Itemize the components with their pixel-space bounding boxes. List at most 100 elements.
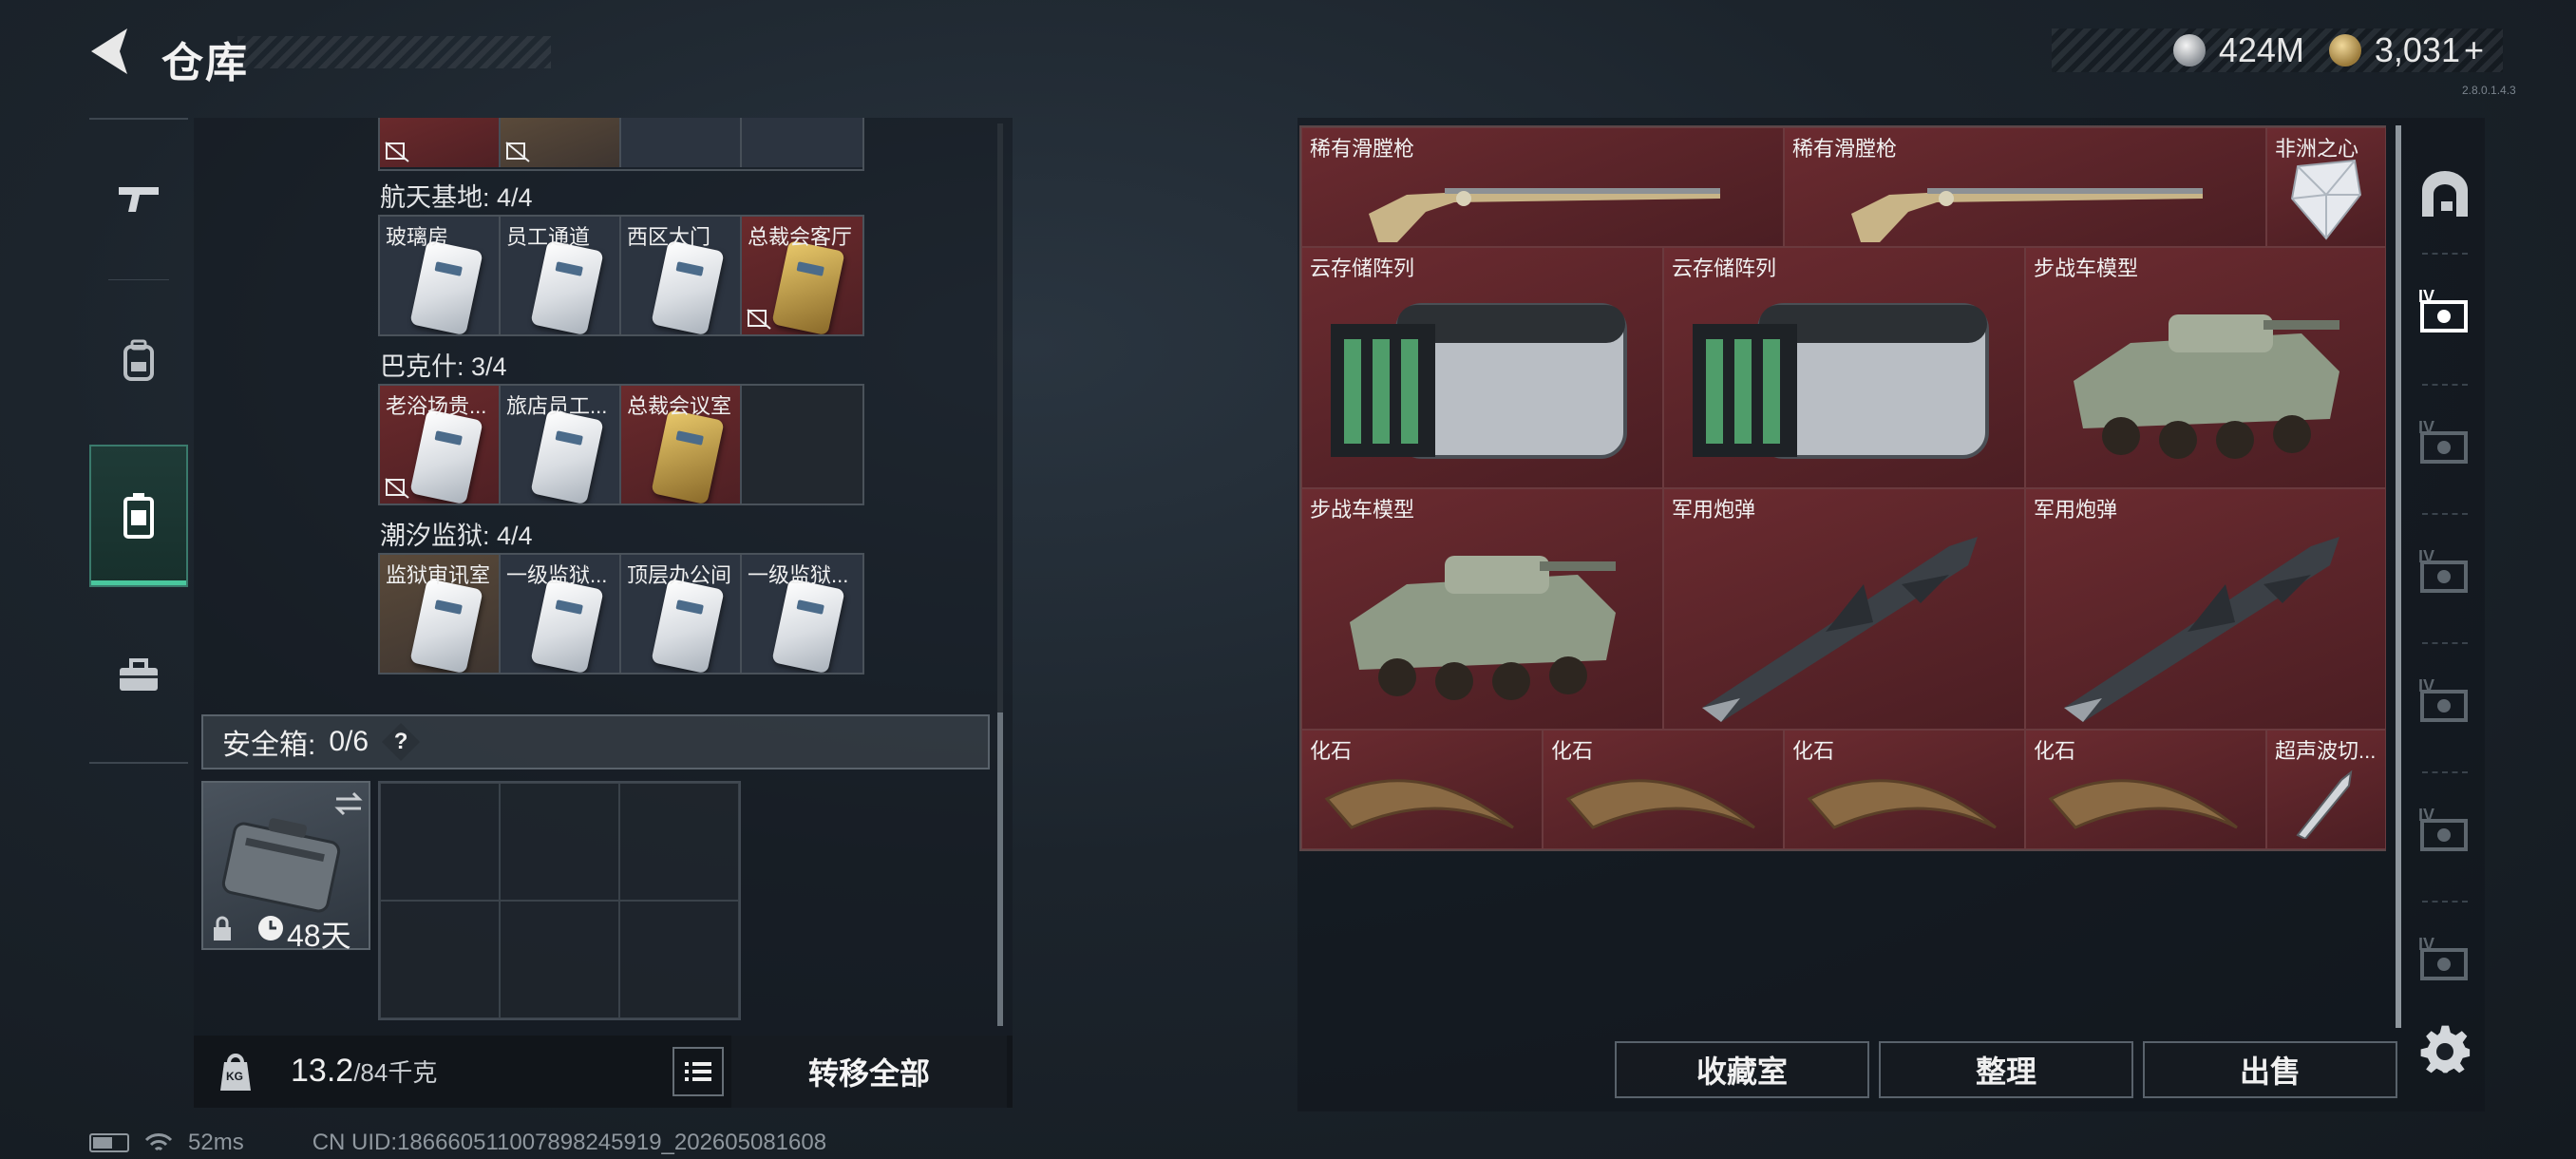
transfer-all-button[interactable]: 转移全部 xyxy=(731,1036,1007,1108)
stash-item[interactable]: 步战车模型 xyxy=(2025,247,2386,488)
title-decoration xyxy=(237,36,551,68)
key-label: 西区大门 xyxy=(627,225,711,249)
collection-room-button[interactable]: 收藏室 xyxy=(1615,1041,1869,1098)
swap-icon[interactable] xyxy=(332,790,365,817)
key-item[interactable]: 一级监狱... xyxy=(501,555,621,673)
stash-page-tab-3[interactable]: IV xyxy=(2409,538,2481,610)
key-row: 监狱审讯室 一级监狱... 顶层办公间 一级监狱... xyxy=(378,553,864,674)
key-item[interactable]: 旅店员工... xyxy=(501,386,621,504)
tab-backpack[interactable] xyxy=(89,289,188,431)
arch-icon xyxy=(2422,171,2468,217)
tab-storage[interactable] xyxy=(89,445,188,587)
item-label: 化石 xyxy=(1792,739,1835,763)
key-label: 顶层办公间 xyxy=(627,563,732,587)
toolbox-icon xyxy=(120,658,158,691)
weight-readout: 13.2/84千克 xyxy=(291,1053,437,1090)
safe-box-slot[interactable] xyxy=(380,783,500,901)
key-item[interactable]: 一级监狱... xyxy=(742,555,862,673)
key-item[interactable]: 老浴场贵... xyxy=(380,386,501,504)
tab-toolbox[interactable] xyxy=(89,604,188,747)
safe-box-slot[interactable] xyxy=(619,783,739,901)
stash-item[interactable]: 稀有滑膛枪 xyxy=(1301,127,1784,247)
stash-item[interactable]: 步战车模型 xyxy=(1301,488,1663,730)
key-row-partial xyxy=(378,118,864,171)
version-text: 2.8.0.1.4.3 xyxy=(2462,84,2516,97)
back-arrow-icon xyxy=(91,28,127,74)
stash-page-tab-1[interactable]: IV xyxy=(2409,277,2481,350)
stash-item[interactable]: 军用炮弹 xyxy=(2025,488,2386,730)
silver-coin-icon xyxy=(2172,34,2206,66)
stash-home-tab[interactable] xyxy=(2409,158,2481,230)
key-group-title: 航天基地: 4/4 xyxy=(380,183,533,212)
sell-button[interactable]: 出售 xyxy=(2143,1041,2397,1098)
key-label: 玻璃房 xyxy=(386,225,449,249)
key-item[interactable]: 玻璃房 xyxy=(380,217,501,334)
tab-weapons[interactable] xyxy=(89,127,188,270)
rail-divider xyxy=(2422,253,2468,255)
stash-scrollbar[interactable] xyxy=(2396,125,2401,1028)
empty-key-slot[interactable] xyxy=(742,386,862,504)
fossil-claw-icon xyxy=(2048,779,2238,829)
safe-box-item[interactable]: 48天 xyxy=(201,781,370,953)
key-item[interactable]: 总裁会客厅 xyxy=(742,217,862,334)
back-button[interactable] xyxy=(87,25,135,78)
key-item[interactable]: 总裁会议室 xyxy=(621,386,742,504)
artillery-shell-icon xyxy=(2064,537,2339,722)
stash-item[interactable]: 化石 xyxy=(1784,730,2025,849)
stash-item[interactable]: 非洲之心 xyxy=(2266,127,2386,247)
key-slot[interactable] xyxy=(501,118,621,167)
settings-button[interactable] xyxy=(2416,1022,2473,1079)
key-label: 员工通道 xyxy=(506,225,591,249)
stash-item[interactable]: 军用炮弹 xyxy=(1663,488,2025,730)
stash-item[interactable]: 化石 xyxy=(2025,730,2266,849)
artillery-shell-icon xyxy=(1702,537,1978,722)
stash-item[interactable]: 化石 xyxy=(1301,730,1543,849)
key-list-scrollbar[interactable] xyxy=(997,124,1003,712)
safe-box-slot[interactable] xyxy=(500,783,619,901)
key-item[interactable]: 员工通道 xyxy=(501,217,621,334)
list-view-button[interactable] xyxy=(672,1047,724,1096)
safe-box-slot[interactable] xyxy=(380,901,500,1018)
key-slot[interactable] xyxy=(621,118,742,167)
item-label: 军用炮弹 xyxy=(1672,498,1756,522)
safe-box-slot[interactable] xyxy=(500,901,619,1018)
stash-page-tab-4[interactable]: IV xyxy=(2409,667,2481,739)
rail-divider xyxy=(2422,771,2468,773)
safe-box-slot[interactable] xyxy=(619,901,739,1018)
add-currency-button[interactable]: + xyxy=(2464,30,2484,70)
key-label: 旅店员工... xyxy=(506,394,608,418)
scrollbar-thumb[interactable] xyxy=(997,712,1003,1026)
item-label: 化石 xyxy=(2034,739,2076,763)
key-item[interactable]: 监狱审讯室 xyxy=(380,555,501,673)
key-item[interactable]: 西区大门 xyxy=(621,217,742,334)
key-label: 一级监狱... xyxy=(506,563,608,587)
keycard-icon xyxy=(651,408,725,504)
stash-item[interactable]: 云存储阵列 xyxy=(1301,247,1663,488)
help-icon[interactable]: ? xyxy=(382,723,421,761)
stash-item[interactable]: 云存储阵列 xyxy=(1663,247,2025,488)
key-label: 老浴场贵... xyxy=(386,394,487,418)
key-slot[interactable] xyxy=(380,118,501,167)
item-label: 步战车模型 xyxy=(2034,256,2139,280)
stash-page-tab-2[interactable]: IV xyxy=(2409,408,2481,481)
keycard-icon xyxy=(530,408,604,504)
battery-icon xyxy=(89,1133,129,1152)
keycard-icon xyxy=(409,239,483,334)
stash-item[interactable]: 稀有滑膛枪 xyxy=(1784,127,2266,247)
key-slot[interactable] xyxy=(742,118,862,167)
stash-item[interactable]: 化石 xyxy=(1543,730,1784,849)
stash-page-tab-6[interactable]: IV xyxy=(2409,925,2481,998)
stash-item[interactable]: 超声波切... xyxy=(2266,730,2386,849)
status-bar: 52ms CN UID:18666051100789824​5919_20260… xyxy=(89,1129,826,1157)
fossil-claw-icon xyxy=(1807,779,1997,829)
key-item[interactable]: 顶层办公间 xyxy=(621,555,742,673)
sort-button[interactable]: 整理 xyxy=(1879,1041,2133,1098)
ifv-model-icon xyxy=(1350,556,1616,700)
item-label: 化石 xyxy=(1310,739,1353,763)
keycard-icon xyxy=(530,578,604,673)
item-label: 稀有滑膛枪 xyxy=(1792,137,1898,161)
currency-bar: 424M 3,031 + xyxy=(2052,28,2503,72)
weight-icon: KG xyxy=(215,1049,256,1092)
stash-page-tab-5[interactable]: IV xyxy=(2409,796,2481,868)
safe-box-header: 安全箱: 0/6 ? xyxy=(201,714,990,770)
